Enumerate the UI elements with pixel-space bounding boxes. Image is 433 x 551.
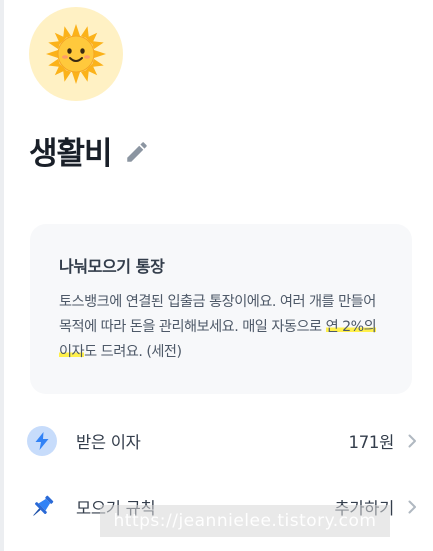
lightning-icon <box>27 426 57 456</box>
chevron-right-icon[interactable] <box>408 500 417 514</box>
left-edge-border <box>0 0 4 551</box>
chevron-right-icon[interactable] <box>408 434 417 448</box>
watermark-overlay: https://jeannielee.tistory.com <box>100 505 390 537</box>
account-info-card: 나눠모으기 통장 토스뱅크에 연결된 입출금 통장이에요. 여러 개를 만들어 … <box>30 224 412 394</box>
account-avatar[interactable] <box>29 7 123 101</box>
page-title: 생활비 <box>29 136 113 172</box>
pushpin-icon <box>27 492 57 522</box>
card-description: 토스뱅크에 연결된 입출금 통장이에요. 여러 개를 만들어 목적에 따라 돈을… <box>59 290 388 365</box>
title-row: 생활비 <box>29 128 150 173</box>
received-interest-label: 받은 이자 <box>76 433 141 452</box>
card-title: 나눠모으기 통장 <box>59 257 165 276</box>
sun-icon <box>46 24 106 84</box>
received-interest-row[interactable]: 받은 이자 171원 <box>27 421 417 461</box>
received-interest-value: 171원 <box>348 433 395 452</box>
pencil-icon[interactable] <box>124 139 150 165</box>
desc-text-after: 도 드려요. (세전) <box>84 344 182 360</box>
